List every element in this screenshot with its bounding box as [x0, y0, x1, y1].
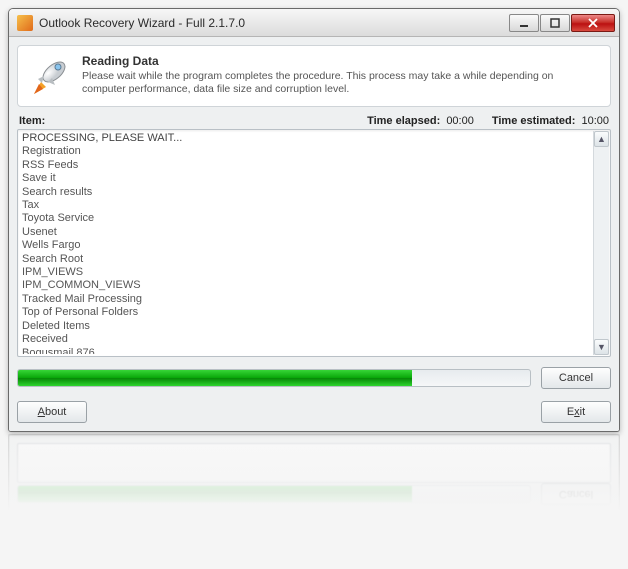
header-panel: Reading Data Please wait while the progr…: [17, 45, 611, 107]
progress-row: Cancel: [17, 367, 611, 389]
maximize-button[interactable]: [540, 14, 570, 32]
header-title: Reading Data: [82, 54, 600, 68]
about-button[interactable]: About: [17, 401, 87, 423]
status-row: Item: Time elapsed: 00:00 Time estimated…: [19, 115, 609, 127]
scroll-track[interactable]: [594, 148, 609, 338]
log-content: PROCESSING, PLEASE WAIT... Registration …: [22, 132, 590, 354]
window-title: Outlook Recovery Wizard - Full 2.1.7.0: [39, 16, 509, 30]
minimize-button[interactable]: [509, 14, 539, 32]
window-controls: [509, 14, 615, 32]
rocket-icon: [28, 54, 72, 98]
client-area: Reading Data Please wait while the progr…: [9, 37, 619, 431]
reflection: About Exit Cancel: [8, 434, 620, 544]
scroll-up-button[interactable]: ▲: [594, 131, 609, 147]
footer-row: About Exit: [17, 399, 611, 423]
estimated-value: 10:00: [581, 115, 609, 127]
estimated-label: Time estimated:: [492, 115, 576, 127]
header-description: Please wait while the program completes …: [82, 70, 600, 96]
elapsed-value: 00:00: [446, 115, 474, 127]
item-label: Item:: [19, 115, 45, 127]
exit-button[interactable]: Exit: [541, 401, 611, 423]
app-icon: [17, 15, 33, 31]
scrollbar[interactable]: ▲ ▼: [593, 131, 609, 355]
app-window: Outlook Recovery Wizard - Full 2.1.7.0: [8, 8, 620, 432]
elapsed-label: Time elapsed:: [367, 115, 440, 127]
header-text: Reading Data Please wait while the progr…: [82, 54, 600, 98]
scroll-down-button[interactable]: ▼: [594, 339, 609, 355]
close-button[interactable]: [571, 14, 615, 32]
cancel-button[interactable]: Cancel: [541, 367, 611, 389]
titlebar[interactable]: Outlook Recovery Wizard - Full 2.1.7.0: [9, 9, 619, 37]
progress-fill: [18, 370, 412, 386]
log-box: PROCESSING, PLEASE WAIT... Registration …: [17, 129, 611, 357]
progress-bar: [17, 369, 531, 387]
